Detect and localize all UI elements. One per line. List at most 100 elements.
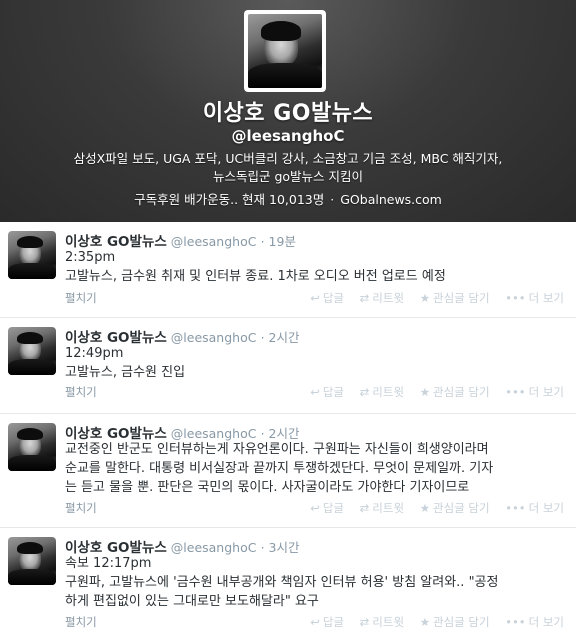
tweet-timestamp[interactable]: · 2시간 [261,330,300,345]
tweet-avatar[interactable] [8,537,56,585]
retweet-icon: ⇄ [359,385,370,399]
retweet-label: 리트윗 [372,385,405,399]
avatar-hair [16,427,43,441]
tweet-actions: ↩ 답글 ⇄ 리트윗 ★ 관심글 담기 ••• 더 보기 [298,614,564,630]
retweet-button[interactable]: ⇄ 리트윗 [360,385,404,399]
profile-header: 이상호 GO발뉴스 @leesanghoC 삼성X파일 보도, UGA 포닥, … [0,0,576,222]
tweet-header: 이상호 GO발뉴스 @leesanghoC · 2시간 [65,422,300,442]
bio-line: 뉴스독립군 go발뉴스 지킴이 [212,169,364,184]
retweet-label: 리트윗 [372,615,405,629]
tweet-text-line: 고발뉴스, 금수원 취재 및 인터뷰 종료. 1차로 오디오 버전 업로드 예정 [65,269,446,284]
dots-icon: ••• [505,501,526,515]
avatar-body [248,62,322,88]
profile-meta: 구독후원 배가운동.. 현재 10,013명 · GObalnews.com [0,189,576,208]
favorite-button[interactable]: ★ 관심글 담기 [420,291,490,305]
tweet-text-line: 하게 편집없이 있는 그대로만 보도해달라" 요구 [65,594,319,609]
avatar-body [8,262,56,279]
avatar-hair [16,331,43,345]
tweet-text-line: 교전중인 반군도 인터뷰하는게 자유언론이다. 구원파는 자신들이 희생양이라며 [65,442,489,457]
more-button[interactable]: ••• 더 보기 [505,615,564,629]
tweet-text-line: 2:35pm [65,250,116,265]
retweet-button[interactable]: ⇄ 리트윗 [360,615,404,629]
avatar-body [8,358,56,375]
tweet-author-handle[interactable]: @leesanghoC [171,426,257,441]
profile-avatar[interactable] [244,10,326,92]
tweet-text-line: 속보 12:17pm [65,556,152,571]
reply-button[interactable]: ↩ 답글 [310,501,344,515]
reply-button[interactable]: ↩ 답글 [310,291,344,305]
tweet-avatar[interactable] [8,327,56,375]
tweet-text: 교전중인 반군도 인터뷰하는게 자유언론이다. 구원파는 자신들이 희생양이라며… [65,440,565,497]
retweet-icon: ⇄ [359,615,370,629]
tweet-item[interactable]: 이상호 GO발뉴스 @leesanghoC · 3시간 속보 12:17pm 구원… [0,528,576,635]
tweet-author-handle[interactable]: @leesanghoC [171,330,257,345]
reply-label: 답글 [322,615,344,629]
favorite-button[interactable]: ★ 관심글 담기 [420,615,490,629]
avatar-photo [248,14,322,88]
tweet-text-line: 순교를 말한다. 대통령 비서실장과 끝까지 투쟁하겠단다. 무엇이 문제일까.… [65,461,494,476]
tweet-header: 이상호 GO발뉴스 @leesanghoC · 19분 [65,230,296,250]
dots-icon: ••• [505,615,526,629]
star-icon: ★ [419,291,431,305]
tweet-actions: ↩ 답글 ⇄ 리트윗 ★ 관심글 담기 ••• 더 보기 [298,500,564,516]
tweet-timestamp[interactable]: · 3시간 [261,540,300,555]
expand-link[interactable]: 펼치기 [65,500,97,516]
avatar-body [8,568,56,585]
more-label: 더 보기 [528,615,564,629]
profile-name: 이상호 GO발뉴스 [202,101,374,126]
website-link[interactable]: GObalnews.com [340,192,442,207]
tweet-actions: ↩ 답글 ⇄ 리트윗 ★ 관심글 담기 ••• 더 보기 [298,290,564,306]
tweet-timestamp[interactable]: · 2시간 [261,426,300,441]
reply-label: 답글 [322,501,344,515]
tweet-timestamp[interactable]: · 19분 [261,234,296,249]
avatar-hair [16,235,43,249]
tweet-text-line: 고발뉴스, 금수원 진입 [65,365,186,380]
tweet-text: 속보 12:17pm 구원파, 고발뉴스에 '금수원 내부공개와 책임자 인터뷰… [65,554,565,611]
tweet-text: 2:35pm 고발뉴스, 금수원 취재 및 인터뷰 종료. 1차로 오디오 버전… [65,248,565,286]
reply-button[interactable]: ↩ 답글 [310,385,344,399]
reply-label: 답글 [322,291,344,305]
favorite-button[interactable]: ★ 관심글 담기 [420,501,490,515]
expand-link[interactable]: 펼치기 [65,614,97,630]
tweet-author-handle[interactable]: @leesanghoC [171,234,257,249]
more-button[interactable]: ••• 더 보기 [505,385,564,399]
tweet-avatar[interactable] [8,231,56,279]
tweet-item[interactable]: 이상호 GO발뉴스 @leesanghoC · 2시간 교전중인 반군도 인터뷰하… [0,414,576,528]
tweet-timeline: 이상호 GO발뉴스 @leesanghoC · 19분 2:35pm 고발뉴스, … [0,222,576,635]
expand-link[interactable]: 펼치기 [65,290,97,306]
tweet-author-handle[interactable]: @leesanghoC [171,540,257,555]
retweet-icon: ⇄ [359,291,370,305]
more-button[interactable]: ••• 더 보기 [505,291,564,305]
meta-separator: · [330,192,335,207]
tweet-actions: ↩ 답글 ⇄ 리트윗 ★ 관심글 담기 ••• 더 보기 [298,384,564,400]
tweet-text-line: 구원파, 고발뉴스에 '금수원 내부공개와 책임자 인터뷰 허용' 방침 알려와… [65,575,499,590]
favorite-button[interactable]: ★ 관심글 담기 [420,385,490,399]
tweet-header: 이상호 GO발뉴스 @leesanghoC · 3시간 [65,536,300,556]
favorite-label: 관심글 담기 [433,291,490,305]
reply-icon: ↩ [310,385,320,399]
profile-bio: 삼성X파일 보도, UGA 포닥, UC버클리 강사, 소금창고 기금 조성, … [20,150,556,186]
retweet-button[interactable]: ⇄ 리트윗 [360,291,404,305]
reply-icon: ↩ [310,501,320,515]
retweet-button[interactable]: ⇄ 리트윗 [360,501,404,515]
star-icon: ★ [419,501,431,515]
retweet-label: 리트윗 [372,291,405,305]
retweet-icon: ⇄ [359,501,370,515]
more-label: 더 보기 [528,501,564,515]
avatar-hair [16,541,43,555]
more-button[interactable]: ••• 더 보기 [505,501,564,515]
tweet-header: 이상호 GO발뉴스 @leesanghoC · 2시간 [65,326,300,346]
dots-icon: ••• [505,385,526,399]
expand-link[interactable]: 펼치기 [65,384,97,400]
tweet-item[interactable]: 이상호 GO발뉴스 @leesanghoC · 2시간 12:49pm 고발뉴스,… [0,318,576,414]
tweet-text-line: 12:49pm [65,346,124,361]
reply-button[interactable]: ↩ 답글 [310,615,344,629]
bio-line: 삼성X파일 보도, UGA 포닥, UC버클리 강사, 소금창고 기금 조성, … [73,151,503,166]
tweet-avatar[interactable] [8,423,56,471]
dots-icon: ••• [505,291,526,305]
profile-handle[interactable]: @leesanghoC [0,127,576,145]
reply-icon: ↩ [310,291,320,305]
tweet-item[interactable]: 이상호 GO발뉴스 @leesanghoC · 19분 2:35pm 고발뉴스, … [0,222,576,318]
star-icon: ★ [419,615,431,629]
tweet-text-line: 는 듣고 물을 뿐. 판단은 국민의 몫이다. 사자굴이라도 가야한다 기자이므… [65,480,470,495]
